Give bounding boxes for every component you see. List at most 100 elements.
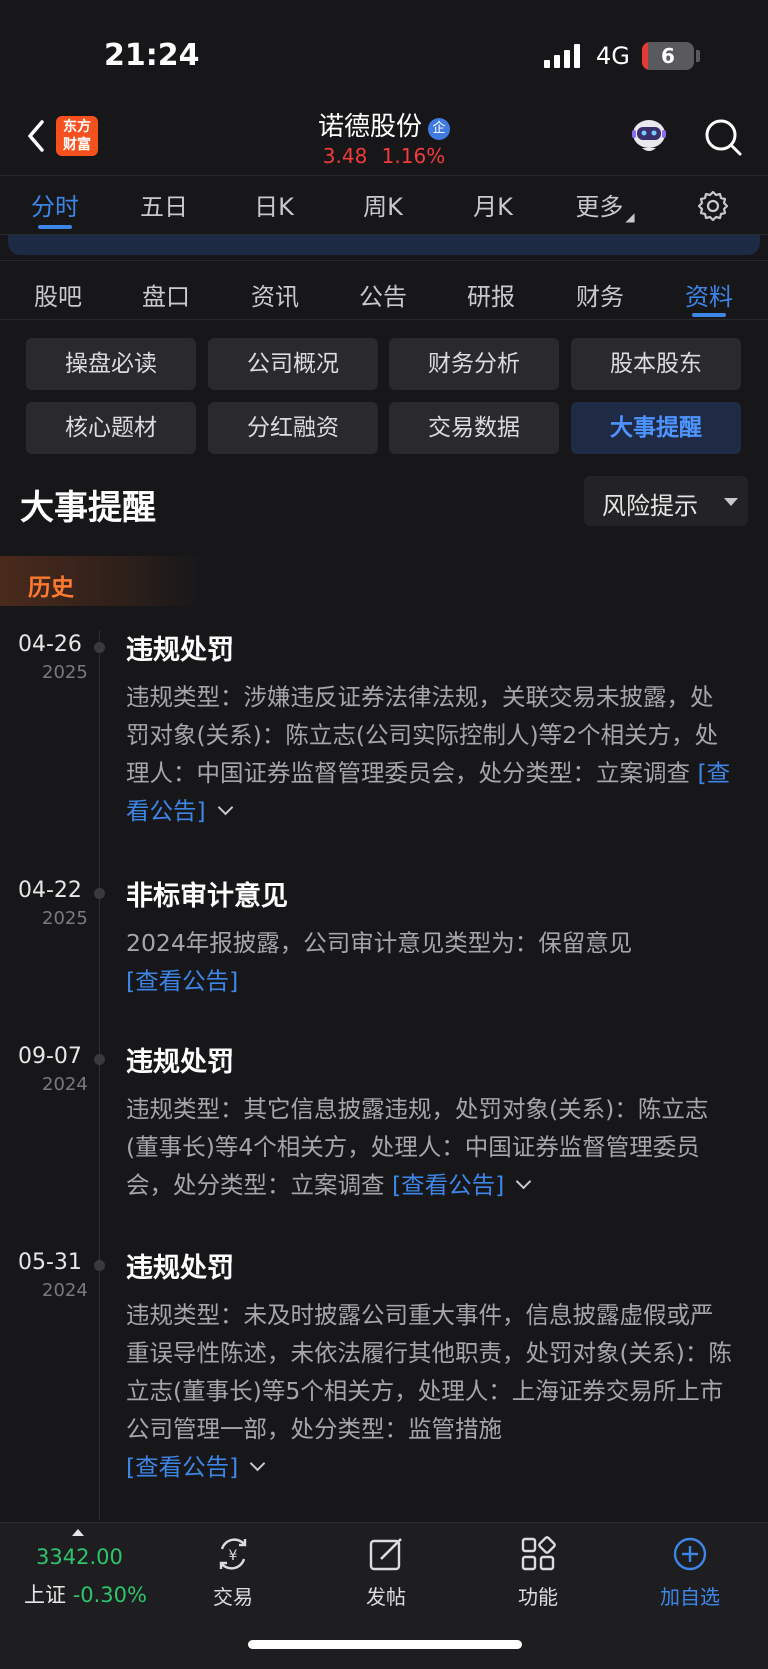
- event-date: 04-26: [18, 632, 82, 657]
- event-year: 2024: [42, 1280, 88, 1301]
- chart-tab-underline: [38, 225, 72, 229]
- stock-price: 3.48: [322, 144, 368, 168]
- caret-up-icon[interactable]: [72, 1529, 84, 1536]
- battery-level: 6: [661, 44, 675, 68]
- home-indicator[interactable]: [248, 1640, 522, 1649]
- event-year: 2025: [42, 908, 88, 929]
- stock-change-pct: 1.16%: [381, 144, 446, 168]
- stock-name: 诺德股份: [317, 112, 422, 142]
- view-announcement-link[interactable]: [查看公告]: [392, 1171, 504, 1199]
- tab-more[interactable]: 更多 ◢: [562, 187, 648, 224]
- index-value[interactable]: 3342.00: [36, 1545, 123, 1569]
- event-title: 违规处罚: [126, 1047, 234, 1078]
- svg-text:¥: ¥: [229, 1548, 238, 1564]
- gear-icon: [697, 190, 729, 222]
- tab-five-day[interactable]: 五日: [124, 187, 204, 222]
- event-text: 2024年报披露，公司审计意见类型为：保留意见: [126, 929, 633, 957]
- sub-btn-major-events[interactable]: 大事提醒: [571, 402, 741, 454]
- caret-down-icon: [724, 498, 738, 506]
- sub-btn-company-overview[interactable]: 公司概况: [208, 338, 378, 390]
- sub-btn-trading-data[interactable]: 交易数据: [389, 402, 559, 454]
- search-icon: [705, 119, 742, 156]
- event-title: 违规处罚: [126, 1253, 234, 1284]
- tab-intraday[interactable]: 分时: [15, 187, 95, 222]
- event-body: 违规类型：涉嫌违反证券法律法规，关联交易未披露，处罚对象(关系)：陈立志(公司实…: [126, 678, 734, 830]
- sub-btn-dividends[interactable]: 分红融资: [208, 402, 378, 454]
- tab-monthly-k[interactable]: 月K: [453, 187, 533, 222]
- view-announcement-link[interactable]: [查看公告]: [126, 967, 238, 995]
- section-title: 大事提醒: [20, 488, 156, 528]
- enterprise-badge: 企: [428, 118, 450, 140]
- event-text: 违规类型：涉嫌违反证券法律法规，关联交易未披露，处罚对象(关系)：陈立志(公司实…: [126, 683, 719, 787]
- tab-daily-k[interactable]: 日K: [234, 187, 314, 222]
- event-date: 04-22: [18, 878, 82, 903]
- tab-finance[interactable]: 财务: [560, 277, 640, 312]
- chevron-down-icon[interactable]: [516, 1173, 532, 1190]
- index-name: 上证: [24, 1583, 66, 1607]
- history-label: 历史: [28, 575, 74, 601]
- tab-weekly-k[interactable]: 周K: [343, 187, 423, 222]
- info-tabs: 股吧 盘口 资讯 公告 研报 财务 资料: [0, 260, 768, 320]
- trade-yen-icon: ¥: [219, 1538, 247, 1570]
- view-announcement-link[interactable]: [查看公告]: [126, 1453, 238, 1481]
- sub-btn-trading-guide[interactable]: 操盘必读: [26, 338, 196, 390]
- tab-more-label: 更多: [575, 193, 624, 221]
- event-body: 违规类型：未及时披露公司重大事件，信息披露虚假或严重误导性陈述，未依法履行其他职…: [126, 1296, 734, 1486]
- tab-pankou[interactable]: 盘口: [126, 277, 206, 312]
- signal-icon: [544, 44, 580, 68]
- filter-label: 风险提示: [602, 492, 698, 520]
- robot-assistant-icon[interactable]: [628, 114, 670, 156]
- battery-icon: 6: [642, 42, 694, 70]
- timeline-line: [99, 630, 100, 1520]
- chart-settings-button[interactable]: [696, 189, 730, 223]
- event-text: 违规类型：未及时披露公司重大事件，信息披露虚假或严重误导性陈述，未依法履行其他职…: [126, 1301, 732, 1443]
- event-body: 违规类型：其它信息披露违规，处罚对象(关系)：陈立志(董事长)等4个相关方，处理…: [126, 1090, 734, 1204]
- chevron-down-icon[interactable]: [217, 799, 233, 816]
- tab-news[interactable]: 资讯: [235, 277, 315, 312]
- stock-header: 东方 财富 诺德股份企 3.48 1.16%: [0, 100, 768, 176]
- sub-btn-core-themes[interactable]: 核心题材: [26, 402, 196, 454]
- tab-announcements[interactable]: 公告: [343, 277, 423, 312]
- event-title: 违规处罚: [126, 635, 234, 666]
- search-button[interactable]: [700, 114, 746, 160]
- status-bar: 21:24 4G 6: [0, 0, 768, 100]
- nav-post[interactable]: 发帖: [336, 1535, 436, 1610]
- plus-circle-icon: [673, 1537, 707, 1571]
- timeline-dot: [94, 888, 105, 899]
- chart-period-tabs: 分时 五日 日K 周K 月K 更多 ◢: [0, 177, 768, 235]
- tab-profile[interactable]: 资料: [669, 277, 749, 312]
- event-year: 2024: [42, 1074, 88, 1095]
- nav-post-label: 发帖: [366, 1585, 406, 1609]
- nav-functions[interactable]: 功能: [488, 1535, 588, 1610]
- history-band: 历史: [0, 556, 200, 606]
- network-label: 4G: [596, 42, 630, 70]
- chevron-down-icon[interactable]: [250, 1455, 266, 1472]
- nav-trade[interactable]: ¥ 交易: [183, 1535, 283, 1610]
- event-year: 2025: [42, 662, 88, 683]
- chart-collapsed-strip: [0, 235, 768, 259]
- tab-guba[interactable]: 股吧: [18, 277, 98, 312]
- event-date: 09-07: [18, 1044, 82, 1069]
- event-body: 2024年报披露，公司审计意见类型为：保留意见 [查看公告]: [126, 924, 734, 1000]
- edit-icon: [369, 1538, 402, 1571]
- event-title: 非标审计意见: [126, 881, 288, 912]
- risk-filter-dropdown[interactable]: 风险提示: [584, 476, 748, 526]
- info-tab-underline: [692, 313, 726, 317]
- sub-btn-financial-analysis[interactable]: 财务分析: [389, 338, 559, 390]
- timeline-dot: [94, 1054, 105, 1065]
- event-date: 05-31: [18, 1250, 82, 1275]
- timeline-dot: [94, 642, 105, 653]
- sub-btn-shareholders[interactable]: 股本股东: [571, 338, 741, 390]
- nav-trade-label: 交易: [213, 1585, 253, 1609]
- tab-research[interactable]: 研报: [451, 277, 531, 312]
- nav-add-watchlist[interactable]: 加自选: [640, 1535, 740, 1610]
- corner-arrow-icon: ◢: [625, 210, 635, 224]
- index-pct: -0.30%: [72, 1583, 147, 1607]
- nav-functions-label: 功能: [518, 1585, 558, 1609]
- timeline-dot: [94, 1260, 105, 1271]
- status-time: 21:24: [104, 38, 200, 73]
- apps-grid-icon: [521, 1536, 556, 1571]
- nav-add-watchlist-label: 加自选: [660, 1585, 720, 1609]
- battery-tip: [696, 50, 700, 62]
- index-ticker[interactable]: 上证 -0.30%: [24, 1579, 147, 1609]
